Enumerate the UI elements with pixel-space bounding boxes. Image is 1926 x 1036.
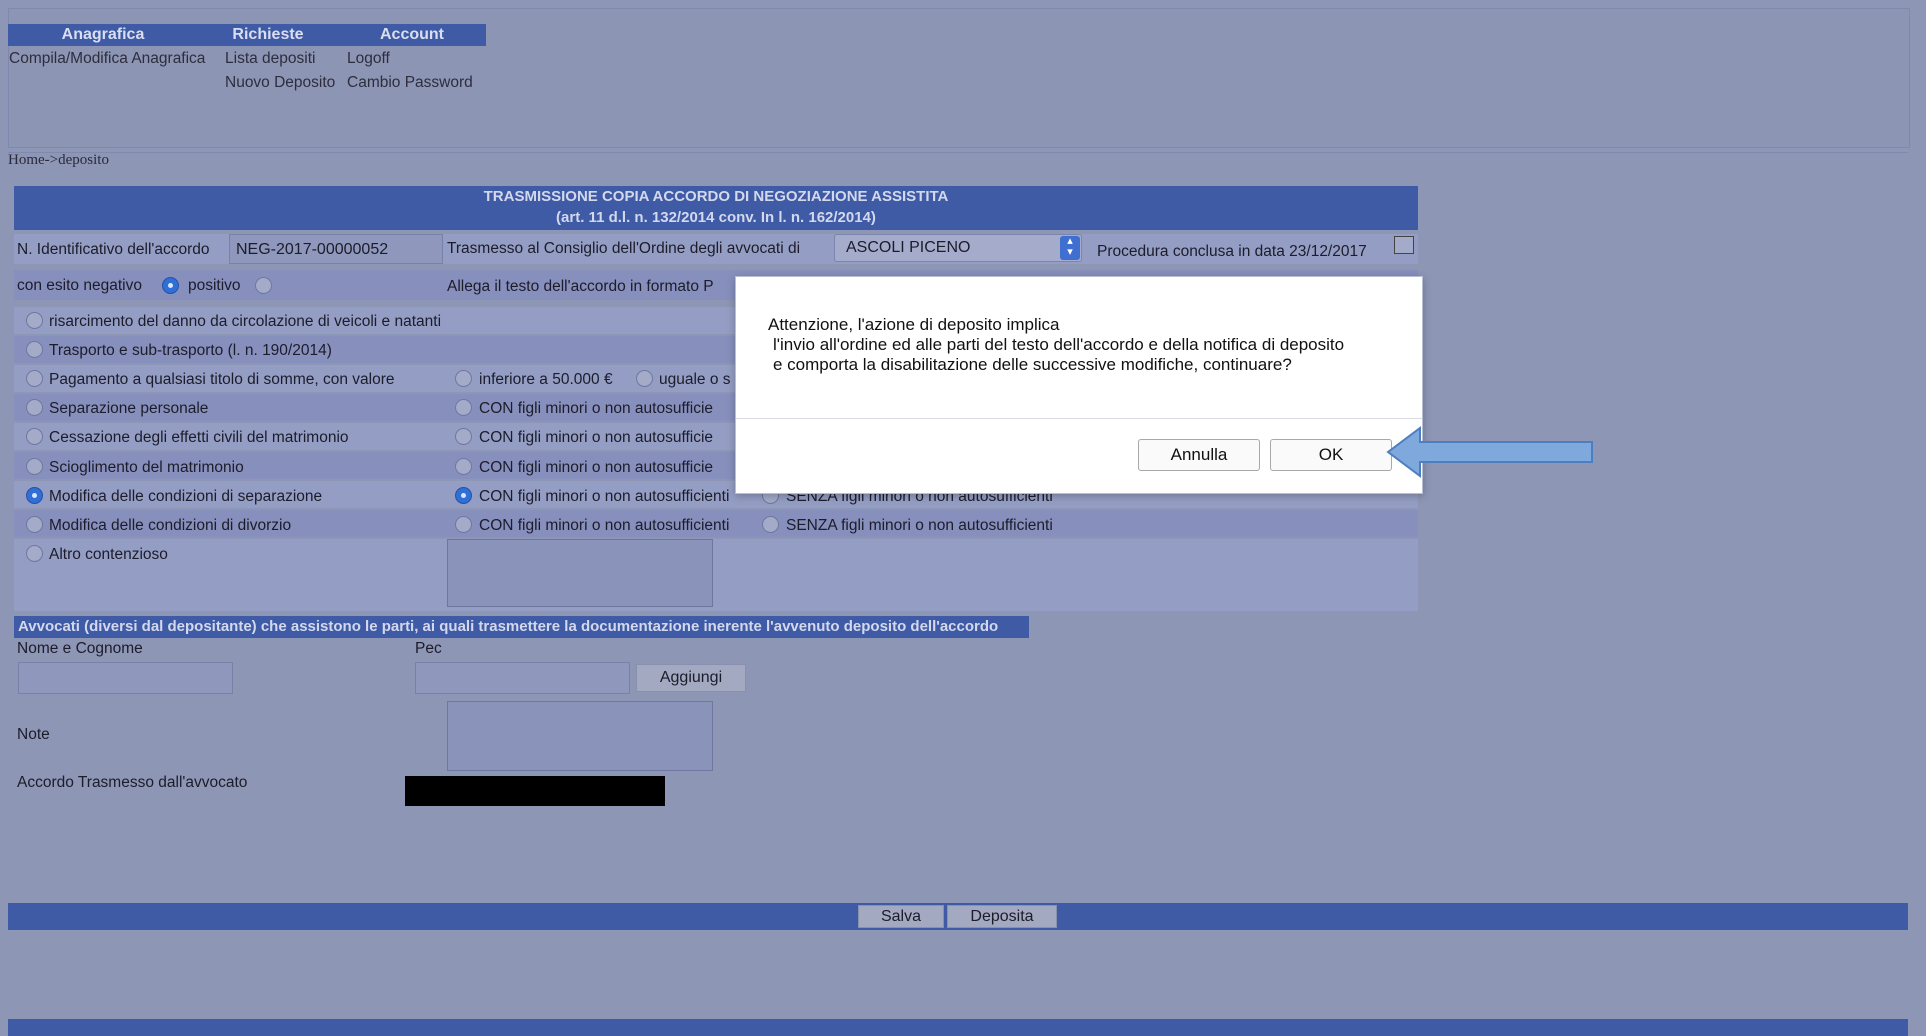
option-label: Modifica delle condizioni di divorzio [49,517,292,534]
dialog-line2: l'invio all'ordine ed alle parti del tes… [773,335,1345,354]
option-radio[interactable] [26,341,43,358]
pointer-arrow-icon [1386,426,1593,478]
link-lista-depositi[interactable]: Lista depositi [225,50,315,68]
option-radio[interactable] [26,487,43,504]
menu-richieste[interactable]: Richieste [198,24,338,46]
note-textarea[interactable] [447,701,713,771]
council-value: ASCOLI PICENO [846,239,971,256]
outcome-negative-radio[interactable] [162,277,179,294]
con-figli-label: CON figli minori o non autosufficienti [479,517,730,534]
option-label: Pagamento a qualsiasi titolo di somme, c… [49,371,395,388]
option-label: Modifica delle condizioni di separazione [49,488,323,505]
link-cambio-password[interactable]: Cambio Password [347,74,473,92]
form-title: TRASMISSIONE COPIA ACCORDO DI NEGOZIAZIO… [14,186,1418,230]
link-logoff[interactable]: Logoff [347,50,390,68]
menu-anagrafica[interactable]: Anagrafica [8,24,198,46]
value-lt-radio[interactable] [455,370,472,387]
redacted-block [405,776,665,806]
con-figli-label: CON figli minori o non autosufficie [479,459,714,476]
con-figli-radio[interactable] [455,487,472,504]
attach-label: Allega il testo dell'accordo in formato … [447,278,714,295]
dialog-line3: e comporta la disabilitazione delle succ… [773,355,1292,374]
option-radio[interactable] [26,545,43,562]
option-label: Separazione personale [49,400,209,417]
menu-bar: Anagrafica Richieste Account [8,24,486,46]
outcome-label: con esito negativo [17,277,142,294]
menu-account[interactable]: Account [338,24,486,46]
id-label: N. Identificativo dell'accordo [17,241,210,258]
option-radio[interactable] [26,312,43,329]
form-title-line2: (art. 11 d.l. n. 132/2014 conv. In l. n.… [556,209,876,226]
value-lt-label: inferiore a 50.000 € [479,371,613,388]
dialog-message: Attenzione, l'azione di deposito implica… [768,315,1408,375]
deposit-button[interactable]: Deposita [947,905,1057,928]
form-title-line1: TRASMISSIONE COPIA ACCORDO DI NEGOZIAZIO… [483,188,949,205]
dialog-line1: Attenzione, l'azione di deposito implica [768,315,1060,334]
option-radio[interactable] [26,516,43,533]
procedure-date-label: Procedura conclusa in data 23/12/2017 [1097,243,1367,260]
transmitted-label: Accordo Trasmesso dall'avvocato [17,774,248,791]
option-label: risarcimento del danno da circolazione d… [49,313,442,330]
option-radio[interactable] [26,458,43,475]
id-value: NEG-2017-00000052 [236,241,389,258]
breadcrumb: Home->deposito [8,152,109,168]
option-radio[interactable] [26,370,43,387]
cancel-button[interactable]: Annulla [1138,439,1260,471]
option-row [14,539,1418,611]
link-compila-anagrafica[interactable]: Compila/Modifica Anagrafica [9,50,205,68]
con-figli-radio[interactable] [455,399,472,416]
option-label: Cessazione degli effetti civili del matr… [49,429,349,446]
pec-label: Pec [415,640,442,657]
ok-button[interactable]: OK [1270,439,1392,471]
con-figli-label: CON figli minori o non autosufficie [479,429,714,446]
footer-bar [8,1019,1908,1036]
option-radio[interactable] [26,399,43,416]
calendar-icon[interactable] [1394,236,1414,254]
council-label: Trasmesso al Consiglio dell'Ordine degli… [447,240,801,257]
con-figli-radio[interactable] [455,428,472,445]
select-arrows-icon[interactable]: ▴ ▾ [1060,236,1080,260]
option-label: Altro contenzioso [49,546,168,563]
add-lawyer-button[interactable]: Aggiungi [636,664,746,692]
outcome-positive-label: positivo [188,277,241,294]
altro-textarea[interactable] [447,539,713,607]
value-eq-label: uguale o s [659,371,731,388]
con-figli-label: CON figli minori o non autosufficie [479,400,714,417]
senza-figli-radio[interactable] [762,516,779,533]
pec-input[interactable] [415,662,630,694]
lawyers-header: Avvocati (diversi dal depositante) che a… [14,616,1029,638]
outcome-positive-radio[interactable] [255,277,272,294]
value-eq-radio[interactable] [636,370,653,387]
senza-figli-label: SENZA figli minori o non autosufficienti [786,517,1053,534]
con-figli-radio[interactable] [455,516,472,533]
confirm-dialog: Attenzione, l'azione di deposito implica… [735,276,1423,494]
link-nuovo-deposito[interactable]: Nuovo Deposito [225,74,335,92]
option-label: Trasporto e sub-trasporto (l. n. 190/201… [49,342,332,359]
con-figli-radio[interactable] [455,458,472,475]
con-figli-label: CON figli minori o non autosufficienti [479,488,730,505]
option-radio[interactable] [26,428,43,445]
name-input[interactable] [18,662,233,694]
save-button[interactable]: Salva [858,905,944,928]
note-label: Note [17,726,50,743]
name-label: Nome e Cognome [17,640,143,657]
dialog-divider [736,418,1422,419]
option-label: Scioglimento del matrimonio [49,459,244,476]
